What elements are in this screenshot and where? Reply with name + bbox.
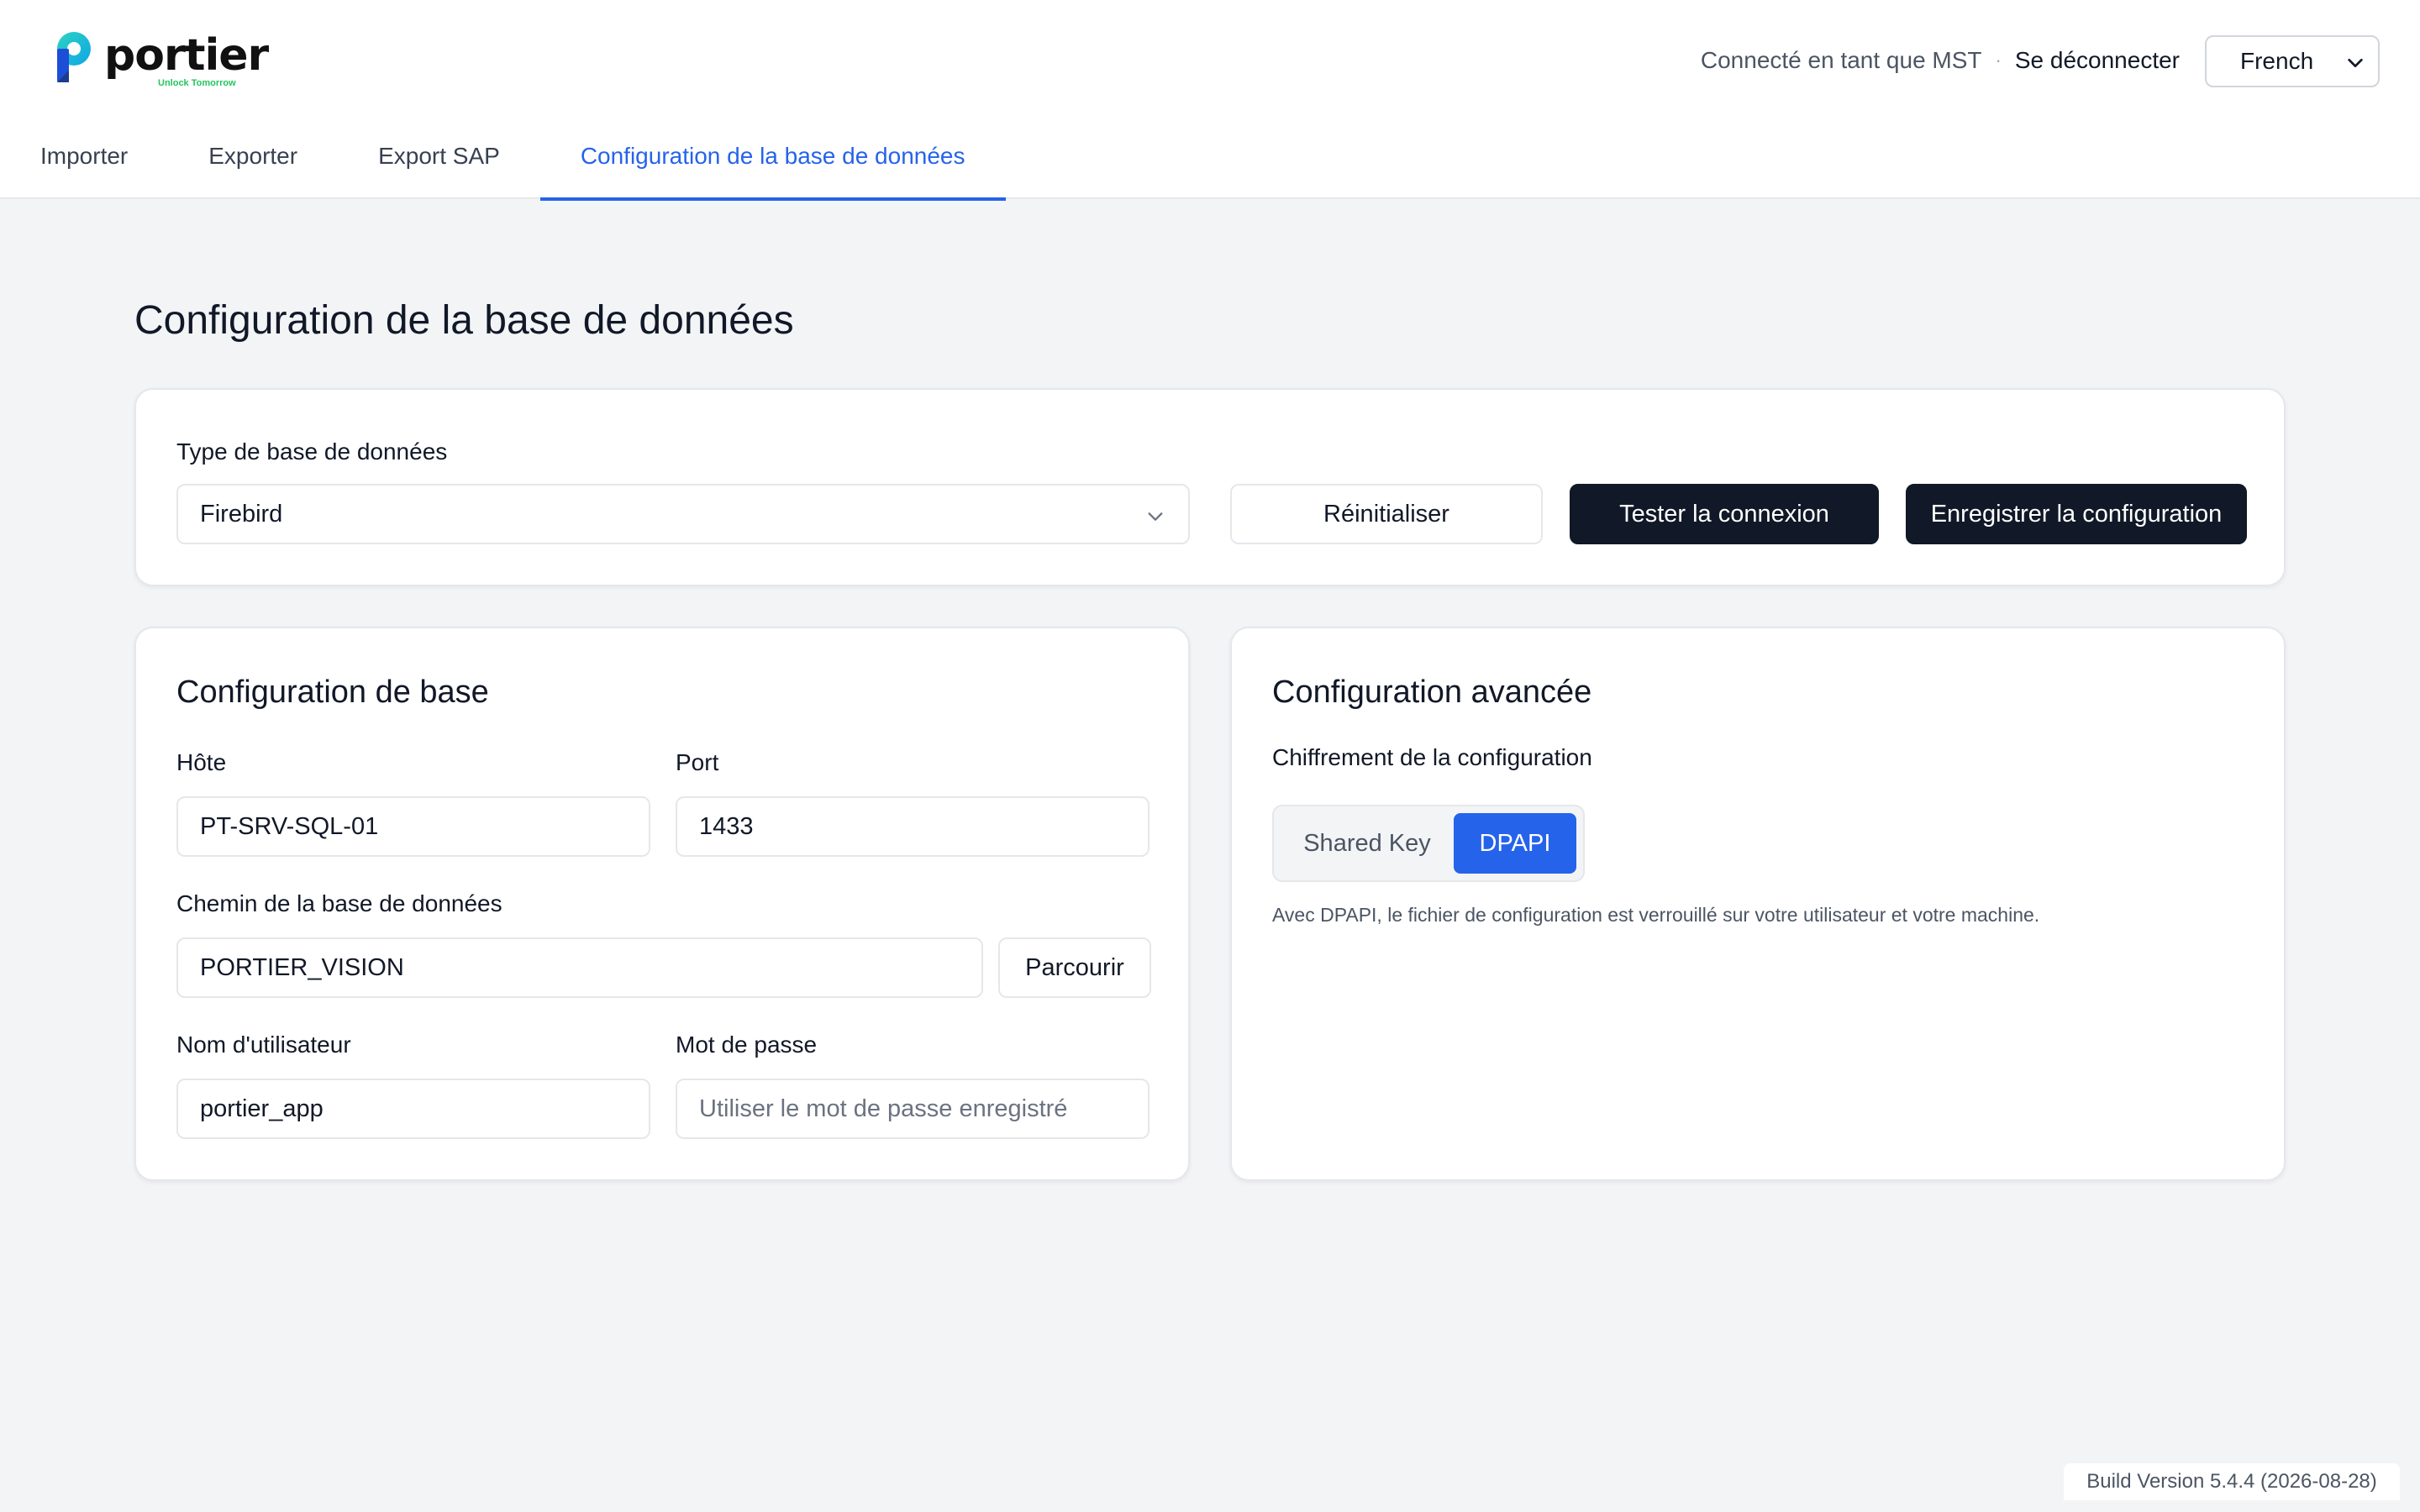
database-type-label: Type de base de données — [176, 438, 448, 465]
advanced-configuration-heading: Configuration avancée — [1272, 675, 1592, 710]
username-label: Nom d'utilisateur — [176, 1032, 351, 1058]
separator-dot: · — [1995, 50, 2002, 71]
database-type-card: Type de base de données Firebird Réiniti… — [134, 388, 2286, 586]
shared-key-option[interactable]: Shared Key — [1281, 813, 1454, 874]
language-select-value: French — [2240, 48, 2314, 74]
tab-exporter[interactable]: Exporter — [168, 126, 338, 199]
encryption-label: Chiffrement de la configuration — [1272, 744, 1592, 770]
top-header: portier Unlock Tomorrow Connecté en tant… — [0, 0, 2420, 201]
tab-label: Configuration de la base de données — [580, 142, 965, 169]
logout-link[interactable]: Se déconnecter — [2015, 47, 2180, 74]
tab-importer[interactable]: Importer — [0, 126, 168, 199]
host-input[interactable]: PT-SRV-SQL-01 — [176, 796, 650, 857]
encryption-hint: Avec DPAPI, le fichier de configuration … — [1272, 904, 2040, 926]
browse-button[interactable]: Parcourir — [998, 937, 1151, 998]
port-label: Port — [676, 749, 719, 775]
base-configuration-heading: Configuration de base — [176, 675, 489, 710]
password-label: Mot de passe — [676, 1032, 818, 1058]
chevron-down-icon — [1148, 512, 1163, 521]
dpapi-option[interactable]: DPAPI — [1454, 813, 1576, 874]
tab-label: Export SAP — [378, 142, 500, 169]
main-tabs: Importer Exporter Export SAP Configurati… — [0, 126, 1006, 201]
password-input[interactable]: Utiliser le mot de passe enregistré — [676, 1079, 1150, 1139]
logo-wordmark: portier — [104, 30, 269, 81]
port-input[interactable]: 1433 — [676, 796, 1150, 857]
connected-as-text: Connecté en tant que MST — [1700, 47, 1982, 73]
portier-logo: portier Unlock Tomorrow — [52, 30, 269, 89]
base-configuration-card: Configuration de base Hôte PT-SRV-SQL-01… — [134, 627, 1190, 1181]
database-type-value: Firebird — [200, 500, 283, 528]
test-connection-button[interactable]: Tester la connexion — [1570, 484, 1879, 544]
tab-label: Importer — [40, 142, 129, 169]
database-type-select[interactable]: Firebird — [176, 484, 1190, 544]
page-title: Configuration de la base de données — [134, 298, 794, 343]
portier-logo-icon — [57, 32, 91, 82]
save-configuration-button[interactable]: Enregistrer la configuration — [1906, 484, 2247, 544]
chevron-down-icon — [2348, 58, 2363, 68]
language-select[interactable]: French — [2205, 35, 2380, 87]
user-area: Connecté en tant que MST · Se déconnecte… — [1701, 42, 2180, 79]
tab-label: Exporter — [208, 142, 298, 169]
logo-tagline: Unlock Tomorrow — [158, 78, 236, 88]
reset-button[interactable]: Réinitialiser — [1230, 484, 1543, 544]
tab-export-sap[interactable]: Export SAP — [338, 126, 540, 199]
database-path-input[interactable]: PORTIER_VISION — [176, 937, 983, 998]
encryption-toggle-group: Shared Key DPAPI — [1272, 805, 1585, 882]
database-path-label: Chemin de la base de données — [176, 890, 502, 916]
tab-database-configuration[interactable]: Configuration de la base de données — [539, 126, 1006, 201]
host-label: Hôte — [176, 749, 227, 775]
build-version: Build Version 5.4.4 (2026-08-28) — [2064, 1463, 2400, 1500]
advanced-configuration-card: Configuration avancée Chiffrement de la … — [1230, 627, 2286, 1181]
username-input[interactable]: portier_app — [176, 1079, 650, 1139]
